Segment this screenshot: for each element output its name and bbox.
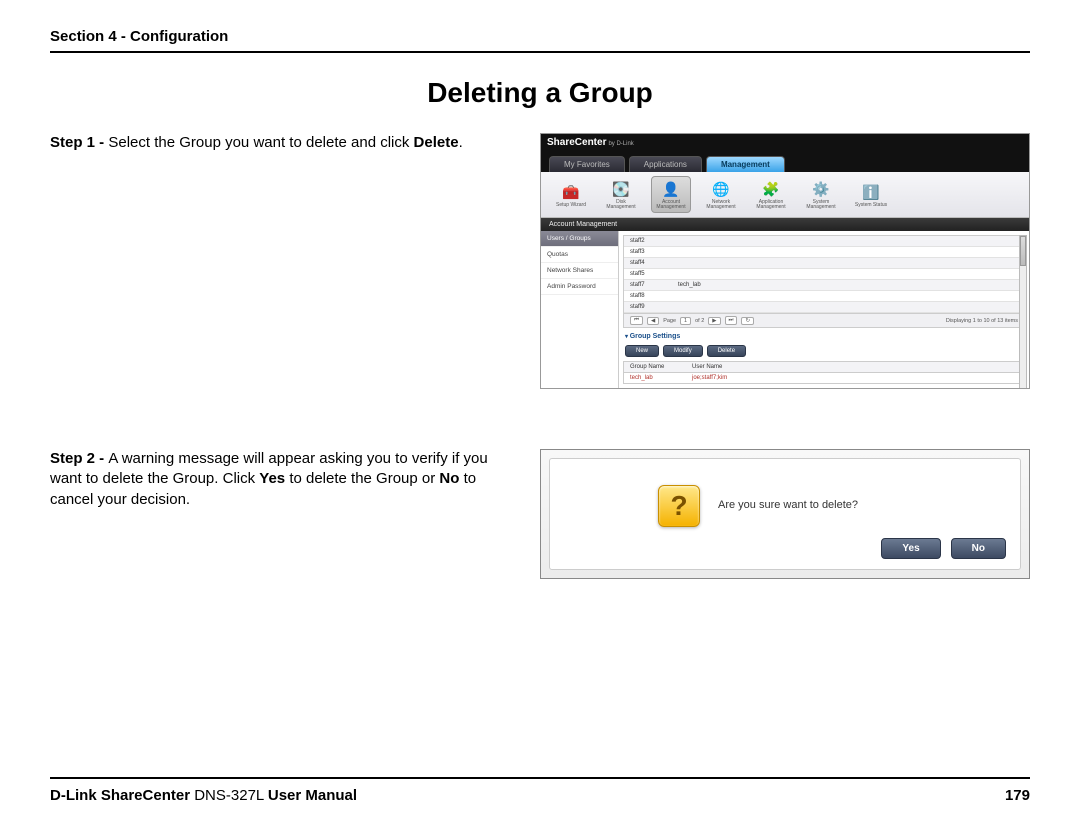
step-2-text-b: to delete the Group or xyxy=(285,470,439,487)
pager-refresh-icon[interactable]: ↻ xyxy=(741,317,754,325)
table-row[interactable]: staff9 xyxy=(624,302,1024,313)
page-title: Deleting a Group xyxy=(50,77,1030,109)
table-row[interactable]: staff2 xyxy=(624,236,1024,247)
table-row[interactable]: staff8 xyxy=(624,291,1024,302)
group-table: Group Name User Name tech_lab joe;staff7… xyxy=(623,361,1025,384)
group-table-row[interactable]: tech_lab joe;staff7;kim xyxy=(624,373,1024,383)
sc-sidebar: Users / Groups Quotas Network Shares Adm… xyxy=(541,231,619,389)
dialog-text: Are you sure want to delete? xyxy=(718,499,858,511)
step-1-text: Step 1 - Select the Group you want to de… xyxy=(50,133,520,389)
user-grid: staff2 staff3 staff4 staff5 staff7tech_l… xyxy=(623,235,1025,328)
step-2-bold-a: Yes xyxy=(259,470,285,487)
new-button[interactable]: New xyxy=(625,345,659,357)
group-settings-heading[interactable]: Group Settings xyxy=(623,328,1025,343)
group-button-row: New Modify Delete xyxy=(623,343,1025,361)
step-1-text-a: Select the Group you want to delete and … xyxy=(108,134,413,151)
no-button[interactable]: No xyxy=(951,538,1006,559)
sidebar-item-quotas[interactable]: Quotas xyxy=(541,247,618,263)
pager-info: Displaying 1 to 10 of 13 items xyxy=(946,318,1018,324)
scrollbar[interactable] xyxy=(1019,235,1027,389)
table-row[interactable]: staff5 xyxy=(624,269,1024,280)
footer-page-number: 179 xyxy=(1005,787,1030,804)
step-2-bold-b: No xyxy=(439,470,459,487)
question-icon: ? xyxy=(658,485,700,527)
icon-system-management[interactable]: ⚙️System Management xyxy=(801,176,841,213)
step-1-label: Step 1 - xyxy=(50,134,108,151)
sidebar-item-admin-password[interactable]: Admin Password xyxy=(541,279,618,295)
table-row[interactable]: staff3 xyxy=(624,247,1024,258)
step-1-bold-a: Delete xyxy=(414,134,459,151)
sc-section-title: Account Management xyxy=(541,218,1029,231)
yes-button[interactable]: Yes xyxy=(881,538,940,559)
step-1-row: Step 1 - Select the Group you want to de… xyxy=(50,133,1030,389)
screenshot-sharecenter: ShareCenterby D-Link My Favorites Applic… xyxy=(540,133,1030,389)
table-row[interactable]: staff4 xyxy=(624,258,1024,269)
screenshot-confirm-dialog: ? Are you sure want to delete? Yes No xyxy=(540,449,1030,579)
step-2-label: Step 2 - xyxy=(50,450,108,467)
wizard-icon: 🧰 xyxy=(561,182,581,202)
footer-model: DNS-327L xyxy=(190,787,268,804)
modify-button[interactable]: Modify xyxy=(663,345,703,357)
pager-last-icon[interactable]: ⏭ xyxy=(725,316,738,325)
account-icon: 👤 xyxy=(661,179,681,199)
pager-page-input[interactable]: 1 xyxy=(680,317,691,325)
section-header: Section 4 - Configuration xyxy=(50,28,1030,53)
system-icon: ⚙️ xyxy=(811,179,831,199)
sidebar-item-network-shares[interactable]: Network Shares xyxy=(541,263,618,279)
dialog-panel: ? Are you sure want to delete? Yes No xyxy=(549,458,1021,570)
footer-suffix: User Manual xyxy=(268,787,357,804)
status-icon: ℹ️ xyxy=(861,182,881,202)
icon-network-management[interactable]: 🌐Network Management xyxy=(701,176,741,213)
group-table-header: Group Name User Name xyxy=(624,362,1024,373)
sc-body: Users / Groups Quotas Network Shares Adm… xyxy=(541,231,1029,389)
sc-brand: ShareCenterby D-Link xyxy=(547,135,634,172)
pager-first-icon[interactable]: ⏮ xyxy=(630,316,643,325)
group-row-name: tech_lab xyxy=(624,373,686,383)
dialog-buttons: Yes No xyxy=(881,538,1006,559)
footer-left: D-Link ShareCenter DNS-327L User Manual xyxy=(50,787,357,804)
sc-topbar: ShareCenterby D-Link My Favorites Applic… xyxy=(541,134,1029,172)
icon-disk-management[interactable]: 💽Disk Management xyxy=(601,176,641,213)
icon-application-management[interactable]: 🧩Application Management xyxy=(751,176,791,213)
step-2-text: Step 2 - A warning message will appear a… xyxy=(50,449,520,579)
tab-applications[interactable]: Applications xyxy=(629,156,702,172)
pager-of: of 2 xyxy=(695,318,704,324)
step-1-text-b: . xyxy=(459,134,463,151)
table-row[interactable]: staff7tech_lab xyxy=(624,280,1024,291)
app-icon: 🧩 xyxy=(761,179,781,199)
sc-iconbar: 🧰Setup Wizard 💽Disk Management 👤Account … xyxy=(541,172,1029,218)
icon-account-management[interactable]: 👤Account Management xyxy=(651,176,691,213)
pager: ⏮ ◀ Page 1 of 2 ▶ ⏭ ↻ Displaying 1 to 10… xyxy=(624,313,1024,327)
network-icon: 🌐 xyxy=(711,179,731,199)
footer-brand: D-Link ShareCenter xyxy=(50,787,190,804)
pager-next-icon[interactable]: ▶ xyxy=(708,317,720,325)
pager-prev-icon[interactable]: ◀ xyxy=(647,317,659,325)
sidebar-item-users-groups[interactable]: Users / Groups xyxy=(541,231,618,247)
group-row-user: joe;staff7;kim xyxy=(686,373,1024,383)
step-2-row: Step 2 - A warning message will appear a… xyxy=(50,449,1030,579)
group-table-head-name: Group Name xyxy=(624,362,686,372)
disk-icon: 💽 xyxy=(611,179,631,199)
page-footer: D-Link ShareCenter DNS-327L User Manual … xyxy=(50,777,1030,804)
sc-main: staff2 staff3 staff4 staff5 staff7tech_l… xyxy=(619,231,1029,389)
delete-button[interactable]: Delete xyxy=(707,345,746,357)
icon-setup-wizard[interactable]: 🧰Setup Wizard xyxy=(551,176,591,213)
pager-page-label: Page xyxy=(663,318,676,324)
group-table-head-user: User Name xyxy=(686,362,1024,372)
tab-management[interactable]: Management xyxy=(706,156,785,172)
icon-system-status[interactable]: ℹ️System Status xyxy=(851,176,891,213)
